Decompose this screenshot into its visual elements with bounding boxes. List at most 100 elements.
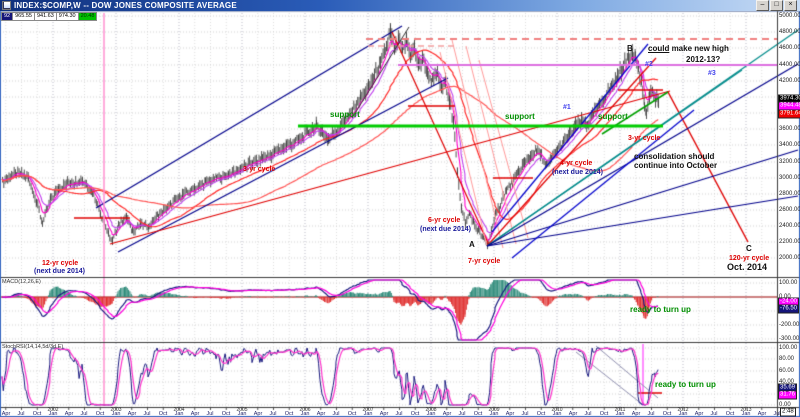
cycle-due-6yr: (next due 2014) <box>420 226 471 233</box>
support-label-1: support <box>330 111 360 119</box>
wave-label-c: C <box>746 245 752 253</box>
time-axis-month: Apr <box>695 411 704 417</box>
price-axis-label: 2400.00 <box>779 223 800 229</box>
time-axis-month: Oct <box>600 411 609 417</box>
price-axis-label: 3000.00 <box>779 175 800 181</box>
time-axis-month: Jan <box>616 411 625 417</box>
wave-count-1: #1 <box>563 104 571 111</box>
time-axis-month: Oct <box>726 411 735 417</box>
cycle-due-12yr: (next due 2014) <box>34 268 85 275</box>
wave-label-b: B <box>627 45 633 53</box>
time-axis-month: Oct <box>222 411 231 417</box>
time-axis-month: Jul <box>584 411 591 417</box>
app-icon <box>2 1 11 10</box>
cycle-label-6yr: 6-yr cycle <box>428 217 460 224</box>
time-axis-month: Jul <box>269 411 276 417</box>
time-axis-month: Apr <box>317 411 326 417</box>
time-axis-month: Apr <box>758 411 767 417</box>
time-axis-month: Oct <box>474 411 483 417</box>
time-axis-month: Apr <box>128 411 137 417</box>
time-axis-month: Apr <box>2 411 11 417</box>
time-axis-month: Oct <box>285 411 294 417</box>
cycle-label-7yr: 7-yr cycle <box>468 258 500 265</box>
wave-count-3: #3 <box>708 70 716 77</box>
time-axis-month: Apr <box>65 411 74 417</box>
time-axis-month: Jan <box>679 411 688 417</box>
time-axis-month: Jan <box>364 411 373 417</box>
time-axis-month: Apr <box>569 411 578 417</box>
stoch-axis-value-box: 31.76 <box>778 391 797 400</box>
cycle-label-3yr-right: 3-yr cycle <box>628 135 660 142</box>
time-axis-corner-box: 2:48 <box>780 408 796 417</box>
price-axis-label: 4400.00 <box>779 62 800 68</box>
time-axis-month: Apr <box>632 411 641 417</box>
cycle-due-4yr: (next due 2014) <box>552 169 603 176</box>
time-axis-month: Jul <box>206 411 213 417</box>
quote-bar: 92965.55941.63974.3020.48 <box>1 12 96 21</box>
price-axis-label: 3200.00 <box>779 159 800 165</box>
time-axis-month: Oct <box>348 411 357 417</box>
time-axis-month: Apr <box>191 411 200 417</box>
time-axis-month: Jan <box>301 411 310 417</box>
time-axis-month: Jan <box>175 411 184 417</box>
time-axis-month: Jul <box>17 411 24 417</box>
cycle-label-4yr: 4-yr cycle <box>560 160 592 167</box>
price-axis-label: 4800.00 <box>779 29 800 35</box>
stoch-turn-note: ready to turn up <box>655 381 716 389</box>
price-axis-label: 2600.00 <box>779 207 800 213</box>
support-label-2: support <box>505 113 535 121</box>
price-axis-label: 3400.00 <box>779 142 800 148</box>
wave-label-a: A <box>469 241 475 249</box>
time-axis-month: Jul <box>143 411 150 417</box>
price-axis-label: 2200.00 <box>779 239 800 245</box>
time-axis-month: Jan <box>553 411 562 417</box>
time-axis-month: Oct <box>159 411 168 417</box>
macd-panel-label: MACD(12,26,E) <box>2 279 41 285</box>
time-axis-month: Jan <box>238 411 247 417</box>
macd-axis-value-box: -76.50 <box>778 305 799 314</box>
cycle-label-12yr: 12-yr cycle <box>42 260 78 267</box>
time-axis-month: Jan <box>427 411 436 417</box>
chart-window: INDEX:$COMP,W -- DOW JONES COMPOSITE AVE… <box>0 0 800 417</box>
consolidation-note-2: continue into October <box>634 162 717 170</box>
cycle-label-3yr-left: 3-yr cycle <box>243 166 275 173</box>
macd-axis-label: -300.00 <box>779 336 799 342</box>
price-axis-label: 3600.00 <box>779 126 800 132</box>
new-high-note-2: 2012-13? <box>686 56 720 64</box>
maximize-button[interactable]: □ <box>770 0 783 11</box>
minimize-button[interactable]: – <box>756 0 769 11</box>
quote-cell: 20.48 <box>78 12 98 21</box>
quote-cell: 974.30 <box>56 12 79 21</box>
new-high-note: could make new high <box>648 45 729 53</box>
time-axis-month: Jul <box>521 411 528 417</box>
time-axis-month: Oct <box>96 411 105 417</box>
time-axis-month: Apr <box>380 411 389 417</box>
time-axis-month: Jul <box>458 411 465 417</box>
time-axis-month: Oct <box>663 411 672 417</box>
window-title: INDEX:$COMP,W -- DOW JONES COMPOSITE AVE… <box>14 1 237 11</box>
time-axis-month: Jul <box>332 411 339 417</box>
window-titlebar[interactable]: INDEX:$COMP,W -- DOW JONES COMPOSITE AVE… <box>0 0 800 11</box>
stoch-axis-label: 100.00 <box>779 345 797 351</box>
time-axis-month: Oct <box>33 411 42 417</box>
time-axis-month: Jul <box>80 411 87 417</box>
price-axis-value-box: 3791.64 <box>778 110 800 119</box>
chart-overlay: MACD(12,26,E) StochRSI(14,14,5d/3d,E) 50… <box>0 0 800 417</box>
quote-cell: 965.55 <box>12 12 35 21</box>
quote-cell: 941.63 <box>34 12 57 21</box>
close-button[interactable]: × <box>784 0 797 11</box>
time-axis-month: Oct <box>411 411 420 417</box>
wave-count-2: #2 <box>645 61 653 68</box>
target-date-label: Oct. 2014 <box>727 263 767 272</box>
annotation-text: make new high <box>669 44 729 53</box>
time-axis-month: Apr <box>254 411 263 417</box>
time-axis-month: Jan <box>490 411 499 417</box>
time-axis-month: Jan <box>742 411 751 417</box>
price-axis-label: 4200.00 <box>779 78 800 84</box>
price-axis-label: 4600.00 <box>779 45 800 51</box>
macd-turn-note: ready to turn up <box>630 306 691 314</box>
stoch-axis-label: 60.00 <box>779 368 794 374</box>
time-axis-month: Jan <box>112 411 121 417</box>
macd-axis-label: 100.00 <box>779 280 797 286</box>
window-controls: – □ × <box>756 0 797 11</box>
